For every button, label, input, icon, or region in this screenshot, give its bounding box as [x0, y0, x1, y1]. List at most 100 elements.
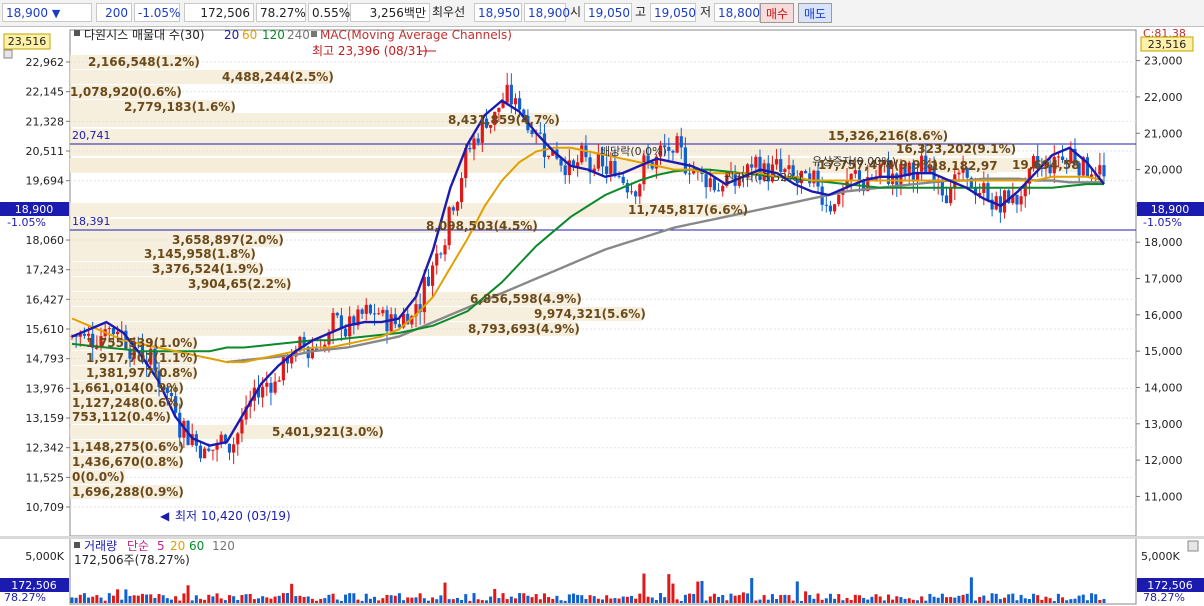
- buy-button[interactable]: 매수: [760, 3, 794, 23]
- volume-bar: [1090, 593, 1094, 603]
- mac-label[interactable]: MAC(Moving Average Channels): [320, 28, 512, 42]
- volume-profile-label: 9,974,321(5.6%): [534, 307, 646, 321]
- volume-profile-label: 1,696,288(0.9%): [72, 485, 184, 499]
- sell-button[interactable]: 매도: [798, 3, 832, 23]
- volume-profile-label: 2,779,183(1.6%): [124, 100, 236, 114]
- volume-profile-label: 15,326,216(8.6%): [828, 129, 948, 143]
- candle-body: [236, 433, 240, 445]
- volume-bar: [501, 593, 505, 603]
- volume-bar: [468, 600, 472, 603]
- high-label: 고: [635, 5, 647, 19]
- candle-body: [609, 161, 613, 174]
- candle-body: [675, 136, 679, 153]
- volume-bar: [936, 597, 940, 603]
- candle-body: [605, 166, 609, 174]
- volume-bar: [920, 596, 924, 603]
- volume-bar: [397, 593, 401, 603]
- volume-bar: [1036, 595, 1040, 603]
- panel-close-icon[interactable]: [1187, 540, 1199, 552]
- indicator-label[interactable]: 다원시스 매물대 수(30): [84, 28, 205, 42]
- ma240-label[interactable]: 240: [287, 28, 310, 42]
- stock-chart[interactable]: 20,741 18,391 2,166,548(1.2%) 4,488,244(2…: [0, 26, 1204, 606]
- top-left-value: 23,516: [8, 35, 47, 48]
- ma120-label[interactable]: 120: [262, 28, 285, 42]
- volume-bar: [717, 597, 721, 603]
- volume-bar: [663, 597, 667, 603]
- volume-bar: [696, 581, 700, 603]
- volume-bar: [505, 599, 509, 603]
- rights-offering-event: 유상증자(0.00%): [812, 155, 896, 168]
- volume-bar: [431, 597, 435, 603]
- volume-bar: [638, 593, 642, 603]
- volume-bar: [646, 596, 650, 603]
- volume-bar: [120, 599, 124, 603]
- volume-bar: [741, 592, 745, 603]
- volume-bar: [576, 594, 580, 603]
- candle-body: [1019, 196, 1023, 205]
- volume-bar: [223, 600, 227, 603]
- volume-bar: [804, 591, 808, 603]
- volume-bar: [344, 594, 348, 603]
- volume-bar: [169, 599, 173, 603]
- volume-bar: [779, 595, 783, 603]
- volume-bar: [414, 597, 418, 603]
- volume-bar: [588, 595, 592, 603]
- volume-bar: [489, 596, 493, 603]
- volume-bar: [1011, 593, 1015, 603]
- volume-bar: [277, 595, 281, 603]
- volume-bar: [746, 593, 750, 603]
- right-tick-label: 11,000: [1144, 490, 1183, 503]
- volume-ma5-label[interactable]: 5: [157, 539, 165, 553]
- volume-ma20-label[interactable]: 20: [170, 539, 185, 553]
- volume-bar: [1061, 597, 1065, 603]
- low-annotation: 최저 10,420 (03/19): [175, 509, 291, 523]
- candle-body: [277, 380, 281, 382]
- candle-body: [542, 133, 547, 158]
- ma60-label[interactable]: 60: [242, 28, 257, 42]
- volume-profile-label: 1,381,977(0.8%): [86, 366, 198, 380]
- volume-bar: [406, 597, 410, 603]
- volume-ma60-label[interactable]: 60: [189, 539, 204, 553]
- candle-body: [837, 194, 841, 205]
- candle-body: [716, 190, 721, 192]
- legend-marker: [74, 30, 80, 36]
- volume-profile-label: 0(0.0%): [72, 470, 125, 484]
- grid-toggle-icon[interactable]: [3, 49, 13, 59]
- volume-bar: [464, 594, 468, 603]
- volume-bar: [940, 593, 944, 603]
- high-annotation: 최고 23,396 (08/31): [312, 44, 428, 58]
- volume-bar: [364, 593, 368, 603]
- candle-body: [1015, 194, 1019, 205]
- volume-bar: [874, 594, 878, 603]
- volume-bar: [315, 600, 319, 603]
- volume-bar: [542, 593, 546, 603]
- right-tick-label: 14,000: [1144, 381, 1183, 394]
- volume-profile-label: 11,745,817(6.6%): [628, 203, 748, 217]
- volume-bar: [878, 596, 882, 603]
- right-price-axis[interactable]: 23,00022,00021,00020,00019,00018,00017,0…: [1136, 55, 1183, 504]
- ma20-label[interactable]: 20: [224, 28, 239, 42]
- volume-bar: [161, 595, 165, 603]
- volume-profile-label: 1,661,014(0.9%): [72, 381, 184, 395]
- candle-body: [335, 312, 339, 316]
- candle-body: [227, 443, 232, 453]
- volume-bar: [1003, 597, 1007, 603]
- volume-profile-label: 3,904,65(2.2%): [188, 277, 291, 291]
- candle-body: [331, 312, 335, 333]
- volume-ma120-label[interactable]: 120: [212, 539, 235, 553]
- current-price-field[interactable]: 18,900 ▼: [2, 3, 92, 22]
- left-price-axis[interactable]: 22,962 22,145 21,328 20,511 19,694 18,060 17,2…: [26, 56, 71, 514]
- candle-body: [634, 191, 638, 197]
- candle-body: [476, 138, 480, 143]
- left-tick-label: 13,976: [26, 382, 65, 395]
- volume-label[interactable]: 거래량: [84, 539, 117, 553]
- volume-bar: [617, 598, 621, 603]
- volume-bar: [439, 595, 443, 603]
- volume-bar: [828, 593, 832, 603]
- volume-bar: [762, 595, 766, 603]
- volume-ma-label[interactable]: 단순: [127, 539, 149, 553]
- volume-bar: [70, 597, 74, 603]
- volume-bar: [244, 594, 248, 603]
- low-annotation-arrow: ◀: [160, 509, 170, 523]
- right-tick-label: 17,000: [1144, 273, 1183, 286]
